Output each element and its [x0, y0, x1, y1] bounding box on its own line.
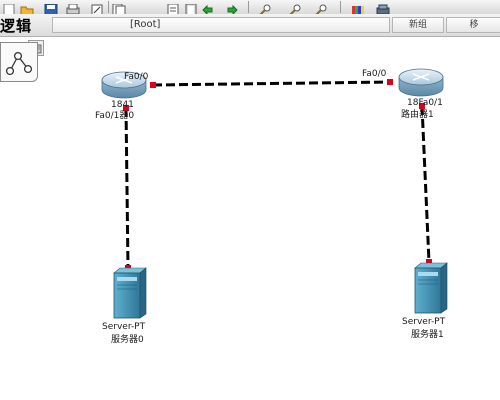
port-label-router1-fa00: Fa0/0: [362, 69, 387, 79]
link-router0-router1[interactable]: [152, 80, 391, 87]
link-endpoint: [387, 79, 393, 85]
server1-model-label: Server-PT: [402, 317, 446, 327]
router0-model-label: 1841: [111, 100, 134, 110]
port-label-router0-fa00: Fa0/0: [124, 72, 149, 82]
link-router1-server1[interactable]: [420, 105, 431, 263]
topology-links: [101, 68, 448, 319]
router1-model-label: 18Fa0/1: [407, 98, 443, 108]
server0-model-label: Server-PT: [102, 322, 146, 332]
server1-name-label: 服务器1: [411, 330, 444, 340]
link-endpoint: [150, 82, 156, 88]
router1-name-label: 路由器1: [401, 110, 434, 120]
router1-icon[interactable]: [398, 68, 444, 97]
server0-icon[interactable]: [113, 267, 147, 319]
router0-name-label: Fa0/1器0: [95, 111, 135, 121]
link-router0-server0[interactable]: [124, 107, 130, 269]
server0-name-label: 服务器0: [111, 335, 144, 345]
server1-icon[interactable]: [414, 262, 448, 314]
